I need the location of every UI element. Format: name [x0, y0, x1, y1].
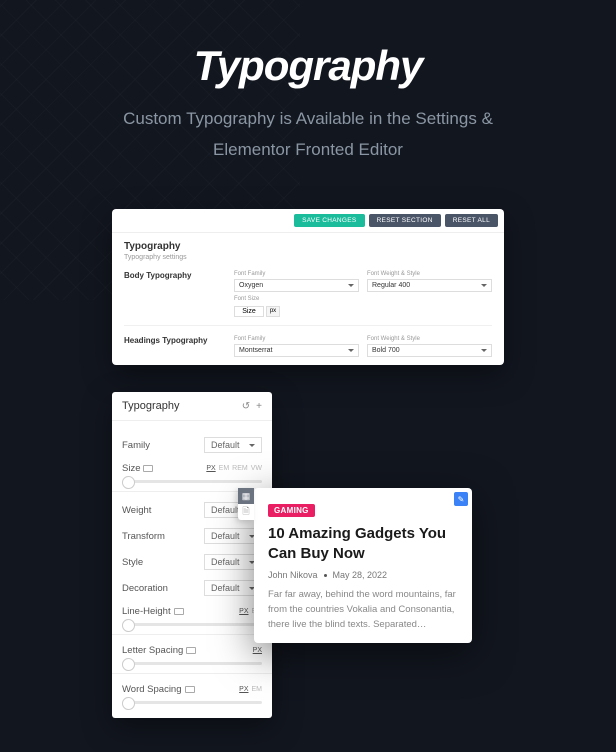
unit-px[interactable]: PX	[239, 686, 248, 693]
letter-spacing-slider[interactable]	[122, 662, 262, 665]
style-label: Style	[122, 557, 143, 568]
divider	[112, 634, 272, 635]
device-icon[interactable]	[186, 647, 196, 654]
unit-px[interactable]: PX	[253, 647, 262, 654]
post-date: May 28, 2022	[333, 570, 388, 580]
chevron-down-icon	[348, 284, 354, 287]
reset-section-button[interactable]: RESET SECTION	[369, 214, 441, 227]
transform-label: Transform	[122, 531, 165, 542]
headings-font-family-select[interactable]: Montserrat	[234, 344, 359, 357]
chevron-down-icon	[481, 349, 487, 352]
edit-pencil-icon[interactable]: ✎	[454, 492, 468, 506]
author-name[interactable]: John Nikova	[268, 570, 318, 580]
hero-title: Typography	[20, 42, 596, 90]
card-meta: John Nikova May 28, 2022	[268, 570, 458, 580]
unit-rem[interactable]: REM	[232, 465, 248, 472]
settings-subheading: Typography settings	[124, 254, 492, 261]
preview-card: ▦ 🗎 ✎ GAMING 10 Amazing Gadgets You Can …	[254, 488, 472, 643]
settings-panel: SAVE CHANGES RESET SECTION RESET ALL Typ…	[112, 209, 504, 365]
family-label: Family	[122, 440, 150, 451]
unit-vw[interactable]: VW	[251, 465, 262, 472]
font-weight-label: Font Weight & Style	[367, 271, 492, 277]
unit-px[interactable]: PX	[239, 608, 248, 615]
divider	[112, 673, 272, 674]
device-icon[interactable]	[185, 686, 195, 693]
headings-typography-label: Headings Typography	[124, 336, 234, 357]
body-font-size-unit[interactable]: px	[266, 306, 280, 317]
letter-spacing-label: Letter Spacing	[122, 645, 196, 656]
unit-em[interactable]: EM	[252, 686, 263, 693]
card-title[interactable]: 10 Amazing Gadgets You Can Buy Now	[268, 524, 458, 563]
elementor-typography-panel: Typography ↺ + Family Default Size PXEMR…	[112, 392, 272, 718]
size-slider[interactable]	[122, 480, 262, 483]
chevron-down-icon	[348, 349, 354, 352]
elementor-panel-title: Typography	[122, 400, 179, 412]
device-icon[interactable]	[174, 608, 184, 615]
reset-all-button[interactable]: RESET ALL	[445, 214, 498, 227]
body-font-weight-select[interactable]: Regular 400	[367, 279, 492, 292]
device-icon[interactable]	[143, 465, 153, 472]
headings-font-weight-select[interactable]: Bold 700	[367, 344, 492, 357]
settings-heading: Typography	[124, 241, 492, 252]
font-family-label: Font Family	[234, 271, 359, 277]
layout-tab-icon[interactable]: ▦	[238, 488, 254, 504]
font-size-label: Font Size	[234, 296, 359, 302]
body-typography-row: Body Typography Font Family Oxygen Font …	[124, 271, 492, 326]
body-font-family-select[interactable]: Oxygen	[234, 279, 359, 292]
word-spacing-label: Word Spacing	[122, 684, 195, 695]
card-edit-tabs: ▦ 🗎	[238, 488, 254, 520]
separator-dot	[324, 574, 327, 577]
size-label: Size	[122, 463, 153, 474]
line-height-slider[interactable]	[122, 623, 262, 626]
decoration-label: Decoration	[122, 583, 168, 594]
file-tab-icon[interactable]: 🗎	[238, 504, 254, 520]
weight-label: Weight	[122, 505, 151, 516]
unit-em[interactable]: EM	[219, 465, 230, 472]
line-height-label: Line-Height	[122, 606, 184, 617]
undo-icon[interactable]: ↺	[242, 401, 250, 412]
family-select[interactable]: Default	[204, 437, 262, 453]
hero-section: Typography Custom Typography is Availabl…	[0, 0, 616, 185]
category-badge[interactable]: GAMING	[268, 504, 315, 517]
headings-typography-row: Headings Typography Font Family Montserr…	[124, 336, 492, 365]
font-weight-label: Font Weight & Style	[367, 336, 492, 342]
hero-subtitle: Custom Typography is Available in the Se…	[20, 104, 596, 165]
save-changes-button[interactable]: SAVE CHANGES	[294, 214, 364, 227]
body-typography-label: Body Typography	[124, 271, 234, 317]
settings-toolbar: SAVE CHANGES RESET SECTION RESET ALL	[112, 209, 504, 233]
body-font-size-input[interactable]: Size	[234, 306, 264, 317]
font-family-label: Font Family	[234, 336, 359, 342]
add-icon[interactable]: +	[256, 401, 262, 412]
chevron-down-icon	[481, 284, 487, 287]
unit-px[interactable]: PX	[206, 465, 215, 472]
card-excerpt: Far far away, behind the word mountains,…	[268, 587, 458, 633]
chevron-down-icon	[249, 444, 255, 447]
word-spacing-slider[interactable]	[122, 701, 262, 704]
